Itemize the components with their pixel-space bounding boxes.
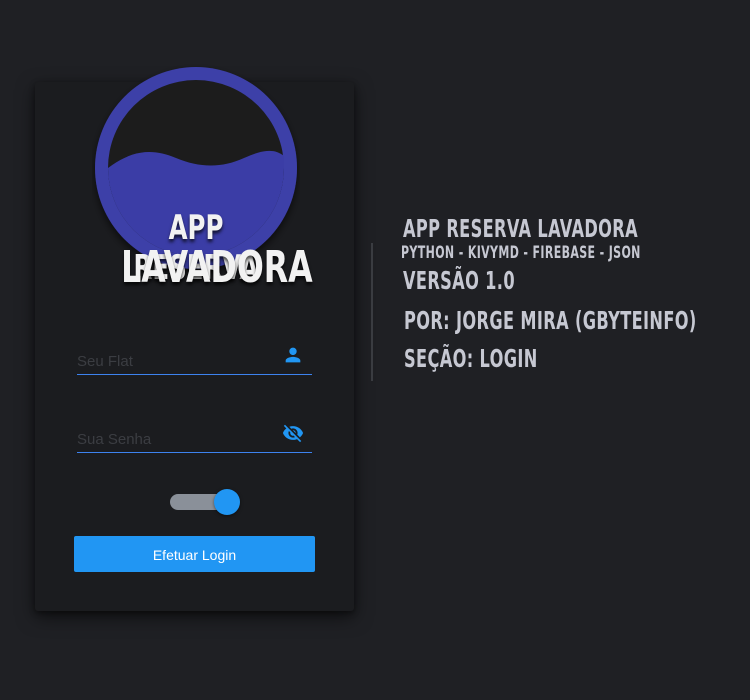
login-button[interactable]: Efetuar Login xyxy=(74,536,315,572)
toggle-thumb[interactable] xyxy=(214,489,240,515)
app-info-version: VERSÃO 1.0 xyxy=(403,266,515,295)
app-info-author: POR: JORGE MIRA (GBYTEINFO) xyxy=(404,306,697,335)
logo-title-line2: LAVADORA xyxy=(121,242,313,293)
password-input[interactable] xyxy=(77,426,277,452)
app-info-section: SEÇÃO: LOGIN xyxy=(404,344,538,373)
account-icon xyxy=(282,344,304,366)
flat-input[interactable] xyxy=(77,348,277,374)
app-logo: APP RESERVA LAVADORA xyxy=(92,64,313,293)
app-info-stack: PYTHON - KIVYMD - FIREBASE - JSON xyxy=(401,243,641,263)
flat-field[interactable] xyxy=(77,338,312,375)
remember-toggle[interactable] xyxy=(170,489,240,515)
password-field[interactable] xyxy=(77,416,312,453)
vertical-divider xyxy=(371,243,373,381)
login-screen: APP RESERVA LAVADORA Efetuar Login APP R… xyxy=(0,0,750,700)
eye-off-icon[interactable] xyxy=(282,422,304,444)
app-info-title: APP RESERVA LAVADORA xyxy=(403,214,639,243)
